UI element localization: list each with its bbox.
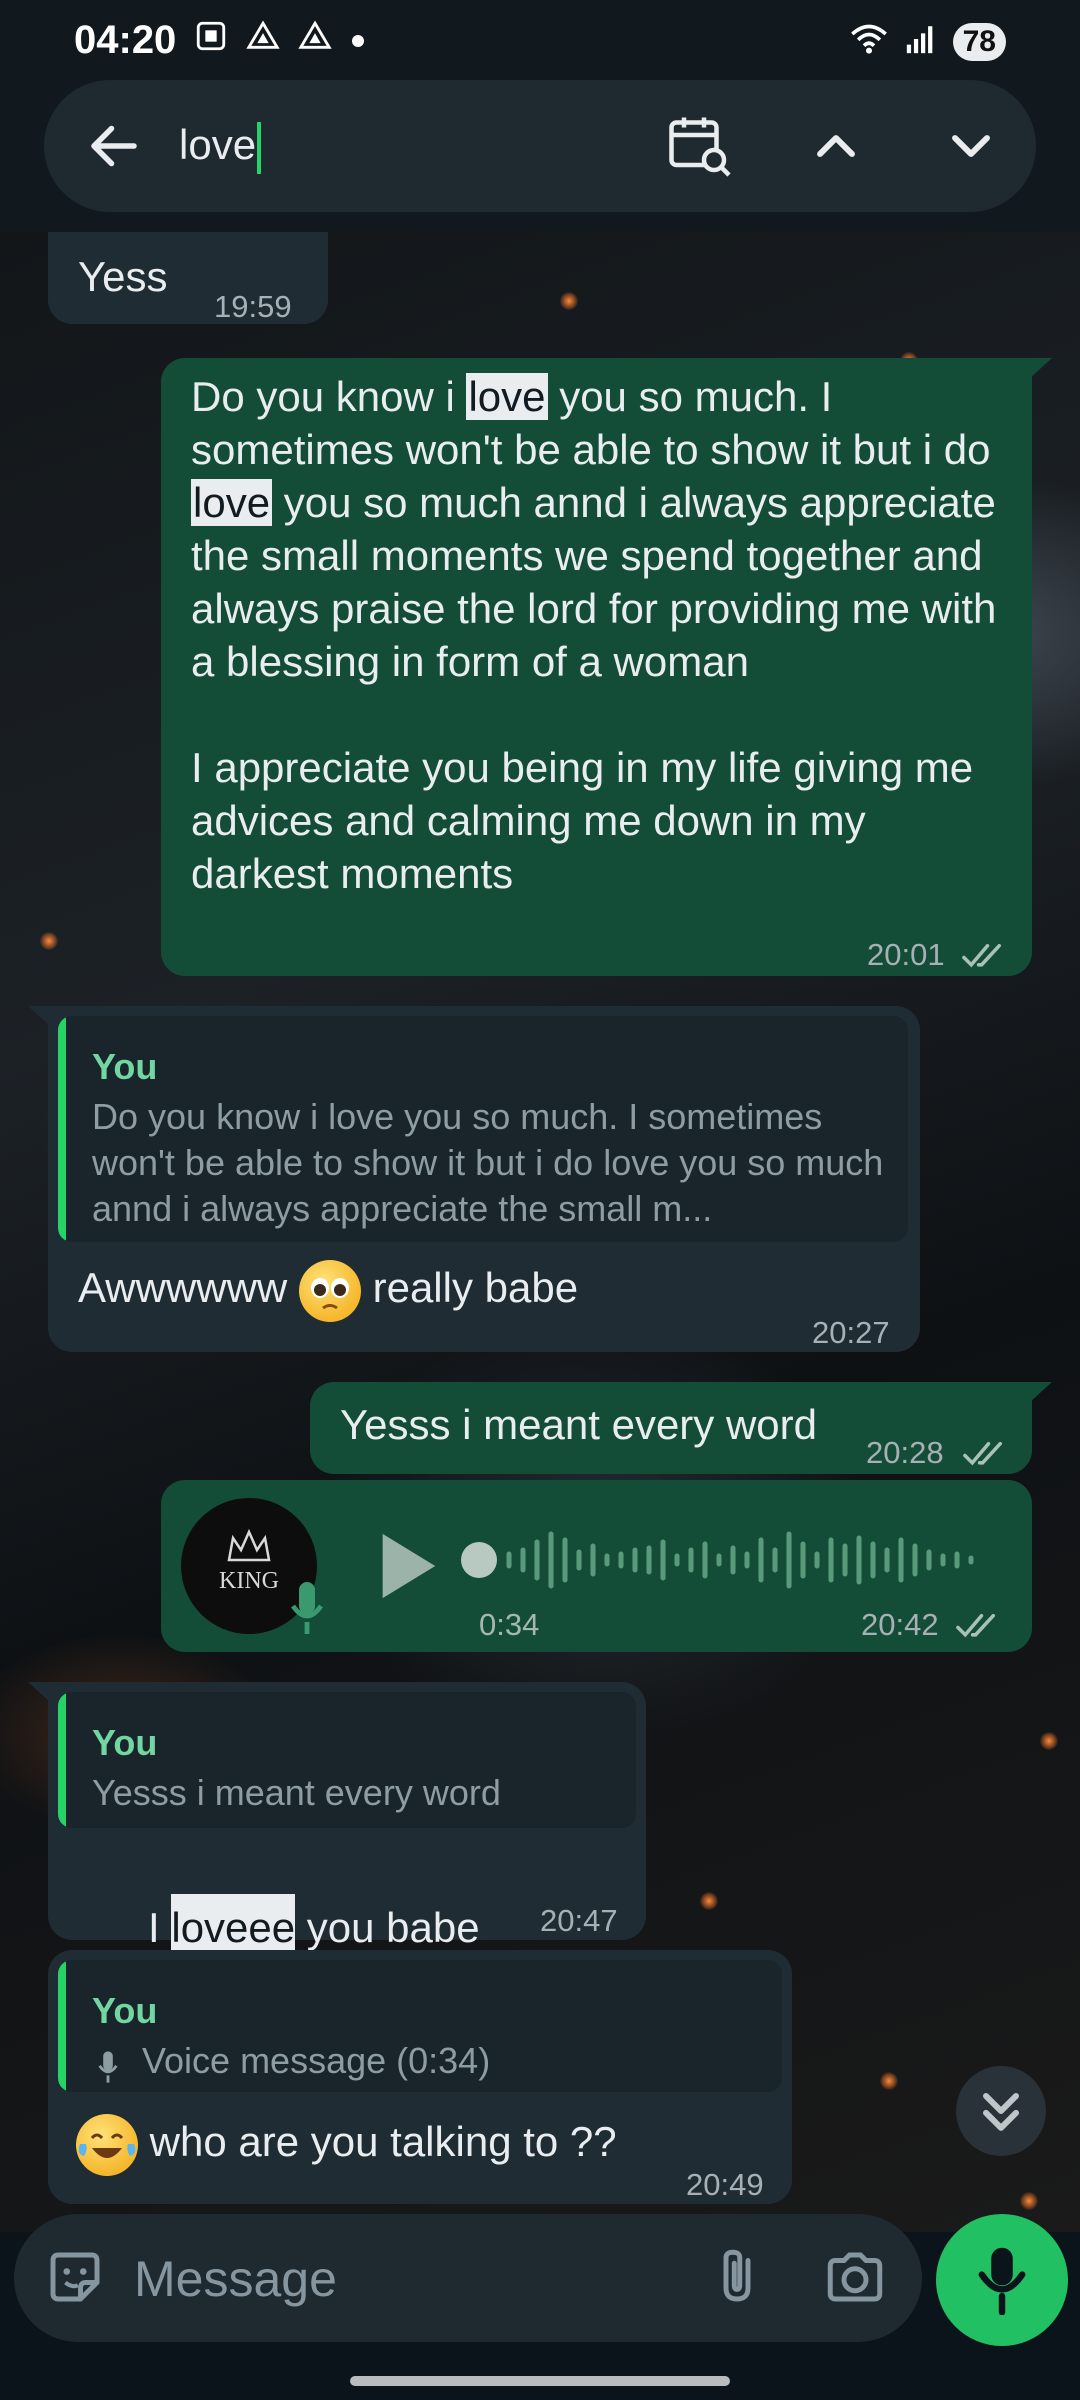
- search-highlight: love: [466, 373, 548, 420]
- bubble-tail: [1030, 358, 1052, 378]
- search-query: love: [179, 121, 257, 168]
- search-highlight: love: [191, 479, 273, 526]
- mic-icon: [978, 2247, 1026, 2315]
- message-time: 20:01: [867, 937, 945, 972]
- quote-author: You: [92, 1990, 158, 2031]
- message-time: 20:28: [866, 1435, 944, 1470]
- text-segment: Awwwwww: [78, 1264, 288, 1312]
- screenshot-icon: [194, 19, 228, 61]
- message-bubble-incoming[interactable]: Yess 19:59: [48, 232, 328, 324]
- bubble-tail: [1030, 1382, 1052, 1402]
- bubble-tail: [28, 1006, 50, 1026]
- camera-icon[interactable]: [822, 2244, 888, 2315]
- signal-icon: [903, 22, 939, 61]
- message-time: 20:42: [861, 1607, 939, 1642]
- text-segment: you so much annd i always appreciate the…: [191, 479, 997, 685]
- double-chevron-down-icon: [983, 2093, 1019, 2131]
- notification-dot-icon: [350, 23, 366, 57]
- message-bubble-outgoing[interactable]: Yesss i meant every word 20:28: [310, 1382, 1032, 1474]
- play-icon[interactable]: [371, 1528, 441, 1616]
- tears-of-joy-emoji: [76, 2114, 138, 2176]
- quoted-message[interactable]: You Voice message (0:34): [58, 1960, 782, 2092]
- clock: 04:20: [74, 17, 177, 62]
- quoted-message[interactable]: You Do you know i love you so much. I so…: [58, 1016, 908, 1242]
- chevron-up-icon[interactable]: [804, 114, 868, 178]
- message-time: 20:47: [540, 1903, 618, 1938]
- text-segment: really babe: [372, 1264, 579, 1312]
- gesture-navigation-handle[interactable]: [350, 2376, 730, 2386]
- message-time: 19:59: [214, 289, 292, 324]
- sticker-icon[interactable]: [42, 2244, 108, 2315]
- text-segment: I appreciate you being in my life giving…: [191, 744, 974, 897]
- text-caret: [257, 121, 262, 174]
- status-bar: 04:20 78: [0, 0, 1080, 80]
- paperclip-icon[interactable]: [704, 2244, 770, 2315]
- message-time: 20:49: [686, 2167, 764, 2202]
- wifi-icon: [849, 22, 889, 61]
- double-tick-icon: [962, 1428, 1012, 1481]
- voice-record-button[interactable]: [936, 2214, 1068, 2346]
- message-bubble-outgoing[interactable]: Do you know i love you so much. I someti…: [161, 358, 1032, 976]
- quoted-message[interactable]: You Yesss i meant every word: [58, 1692, 636, 1828]
- search-bar: love: [44, 80, 1036, 212]
- quote-accent-bar: [58, 1016, 66, 1242]
- quote-author: You: [92, 1046, 158, 1087]
- calendar-search-icon[interactable]: [664, 110, 734, 180]
- message-bubble-incoming[interactable]: You Voice message (0:34) who are you tal…: [48, 1950, 792, 2204]
- message-time: 20:27: [812, 1315, 890, 1350]
- scroll-to-bottom-button[interactable]: [956, 2066, 1046, 2156]
- search-header: love: [0, 80, 1080, 232]
- message-text: Do you know i love you so much. I someti…: [191, 370, 1001, 900]
- chevron-down-icon[interactable]: [939, 114, 1003, 178]
- message-text: Yess: [78, 253, 168, 300]
- voice-message-bubble[interactable]: KING 0:34 20:42: [161, 1480, 1032, 1652]
- quote-text: Yesss i meant every word: [92, 1772, 501, 1813]
- double-tick-icon: [961, 930, 1011, 983]
- message-input[interactable]: [134, 2244, 694, 2314]
- message-text: Awwwwww really babe: [78, 1260, 578, 1322]
- search-input[interactable]: love: [179, 110, 262, 180]
- quote-accent-bar: [58, 1692, 66, 1828]
- arrow-back-icon[interactable]: [84, 116, 144, 176]
- message-text: Yesss i meant every word: [340, 1401, 817, 1448]
- text-segment: you babe: [295, 1904, 480, 1951]
- quote-author: You: [92, 1722, 158, 1763]
- quote-accent-bar: [58, 1960, 66, 2092]
- bubble-tail: [28, 1682, 50, 1702]
- drive-icon: [246, 19, 280, 61]
- pleading-face-emoji: [298, 1260, 361, 1322]
- text-segment: who are you talking to ??: [149, 2118, 617, 2166]
- message-bubble-incoming[interactable]: You Do you know i love you so much. I so…: [48, 1006, 920, 1352]
- quote-text: Voice message (0:34): [142, 2040, 491, 2081]
- message-composer: [14, 2214, 922, 2342]
- mic-icon: [287, 1578, 327, 1650]
- double-tick-icon: [955, 1600, 1005, 1653]
- message-text: who are you talking to ??: [76, 2114, 617, 2176]
- chat-screen: { "status_bar": { "time": "04:20", "batt…: [0, 0, 1080, 2400]
- drive-icon: [298, 19, 332, 61]
- voice-duration: 0:34: [479, 1607, 540, 1642]
- quote-text: Do you know i love you so much. I someti…: [92, 1096, 884, 1229]
- mic-icon: [96, 2044, 120, 2092]
- text-segment: Do you know i: [191, 373, 467, 420]
- battery-indicator: 78: [952, 22, 1006, 61]
- text-segment: I: [148, 1904, 172, 1951]
- message-bubble-incoming[interactable]: You Yesss i meant every word I loveee yo…: [48, 1682, 646, 2016]
